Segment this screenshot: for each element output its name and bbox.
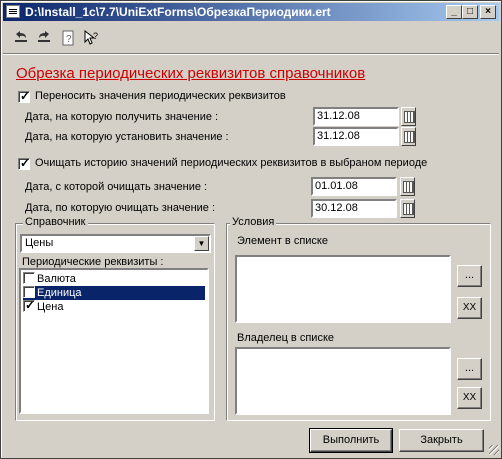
clear-from-field[interactable]: 01.01.08	[311, 177, 397, 196]
svg-text:?: ?	[93, 31, 98, 41]
element-list[interactable]	[235, 255, 451, 323]
element-browse-button[interactable]: ...	[457, 265, 482, 287]
window-title: D:\Install_1c\7.7\UniExtForms\ОбрезкаПер…	[25, 5, 331, 19]
get-date-field[interactable]: 31.12.08	[313, 107, 399, 126]
catalog-select-value: Цены	[25, 237, 54, 249]
run-button[interactable]: Выполнить	[309, 428, 393, 453]
calendar-icon[interactable]	[401, 127, 416, 146]
clear-to-field[interactable]: 30.12.08	[311, 199, 397, 218]
main-window: D:\Install_1c\7.7\UniExtForms\ОбрезкаПер…	[0, 0, 502, 459]
list-item[interactable]: Цена	[23, 298, 205, 314]
clear-to-label: Дата, по которую очищать значение :	[25, 202, 216, 214]
get-date-label: Дата, на которую получить значение :	[25, 111, 219, 123]
maximize-button[interactable]: □	[462, 5, 478, 19]
attrs-list[interactable]: Валюта Единица Цена	[19, 268, 209, 414]
context-help-icon[interactable]: ?	[81, 29, 101, 48]
calendar-icon[interactable]	[400, 177, 415, 196]
set-date-label: Дата, на которую установить значение :	[25, 131, 229, 143]
undo-icon[interactable]	[11, 30, 31, 48]
clear-checkbox-label: Очищать историю значений периодических р…	[35, 157, 428, 169]
attrs-label: Периодические реквизиты :	[22, 256, 164, 268]
list-item[interactable]: Единица	[23, 286, 205, 300]
conditions-group-label: Условия	[230, 216, 277, 228]
element-clear-button[interactable]: XX	[457, 297, 482, 319]
calendar-icon[interactable]	[401, 107, 416, 126]
close-window-button[interactable]: ×	[480, 5, 496, 19]
owner-list[interactable]	[235, 347, 451, 415]
element-label: Элемент в списке	[237, 235, 328, 247]
attr-checkbox[interactable]	[23, 298, 35, 313]
clear-checkbox[interactable]	[18, 156, 30, 170]
chevron-down-icon[interactable]: ▼	[194, 236, 209, 251]
calendar-icon[interactable]	[400, 199, 415, 218]
redo-icon[interactable]	[34, 30, 54, 48]
owner-browse-button[interactable]: ...	[457, 358, 482, 380]
resize-grip[interactable]	[489, 445, 499, 455]
minimize-button[interactable]: _	[446, 5, 462, 19]
page-title: Обрезка периодических реквизитов справоч…	[16, 65, 366, 82]
toolbar-separator	[3, 53, 499, 55]
clear-from-label: Дата, с которой очищать значение :	[25, 181, 208, 193]
owner-clear-button[interactable]: XX	[457, 387, 482, 409]
catalog-group-label: Справочник	[23, 216, 88, 228]
set-date-field[interactable]: 31.12.08	[313, 127, 399, 146]
transfer-checkbox[interactable]	[18, 89, 30, 103]
catalog-select[interactable]: Цены ▼	[20, 234, 211, 253]
owner-label: Владелец в списке	[237, 332, 334, 344]
transfer-checkbox-label: Переносить значения периодических реквиз…	[35, 90, 286, 102]
attr-checkbox[interactable]	[23, 286, 35, 299]
close-button[interactable]: Закрыть	[399, 429, 484, 452]
form-icon	[6, 5, 20, 18]
svg-text:?: ?	[66, 34, 72, 45]
title-bar[interactable]: D:\Install_1c\7.7\UniExtForms\ОбрезкаПер…	[3, 3, 499, 21]
help-icon[interactable]: ?	[58, 30, 78, 48]
list-item[interactable]: Валюта	[23, 272, 205, 286]
attr-checkbox[interactable]	[23, 272, 35, 285]
